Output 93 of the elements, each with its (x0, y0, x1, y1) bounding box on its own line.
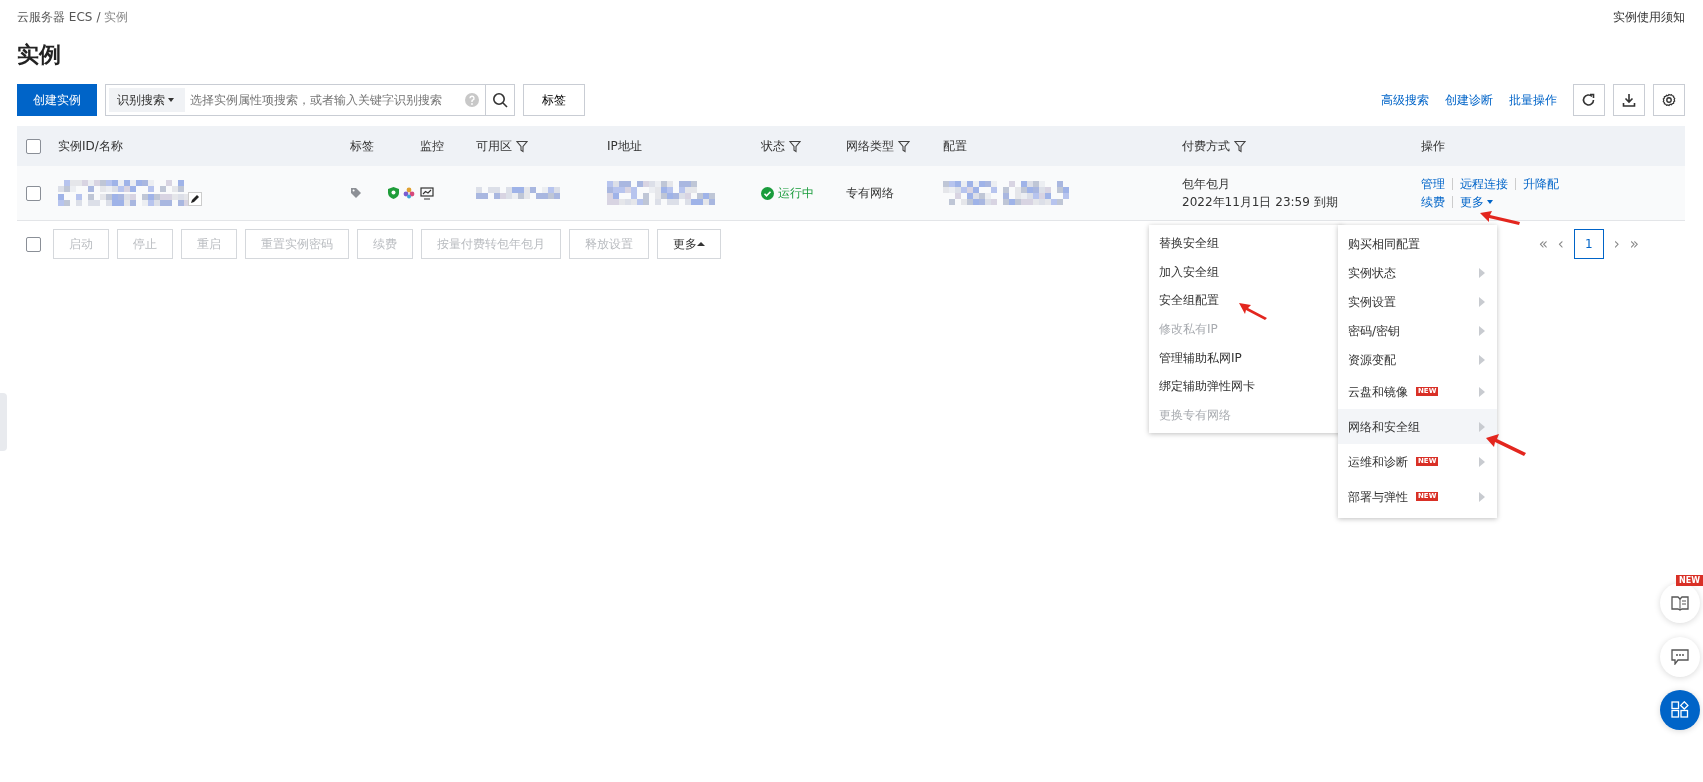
menu-item-label: 购买相同配置 (1348, 235, 1420, 253)
arrow-annotation (1486, 434, 1526, 456)
menu-item[interactable]: 网络和安全组 (1338, 409, 1497, 444)
apps-icon (1671, 701, 1689, 719)
monitor-icon[interactable] (420, 186, 434, 200)
bulk-action-button[interactable]: 更多 (657, 229, 721, 259)
settings-button[interactable] (1653, 84, 1685, 116)
tag-icon[interactable] (350, 187, 362, 199)
refresh-button[interactable] (1573, 84, 1605, 116)
filter-icon[interactable] (898, 139, 910, 153)
column-header: 状态 (761, 138, 785, 155)
breadcrumb-current[interactable]: 实例 (104, 8, 129, 26)
toolbar-link[interactable]: 高级搜索 (1381, 91, 1429, 109)
search-button[interactable] (485, 84, 515, 116)
menu-item[interactable]: 购买相同配置 (1338, 229, 1497, 258)
menu-item-label: 实例设置 (1348, 293, 1396, 311)
select-all-checkbox[interactable] (26, 236, 41, 252)
menu-item[interactable]: 实例状态 (1338, 258, 1497, 287)
filter-icon[interactable] (516, 139, 528, 153)
column-header: 网络类型 (846, 138, 894, 155)
last-page-button[interactable]: » (1629, 232, 1639, 256)
column-header: IP地址 (607, 138, 642, 155)
arrow-annotation (1239, 303, 1267, 320)
column-header: 监控 (420, 138, 444, 155)
edit-icon[interactable] (188, 192, 202, 206)
column-header: 标签 (350, 138, 374, 155)
menu-item-label: 云盘和镜像 (1348, 383, 1408, 401)
new-badge: NEW (1676, 575, 1703, 586)
chevron-icon (1479, 296, 1485, 307)
menu-item-label: 实例状态 (1348, 264, 1396, 282)
chevron-icon (1479, 354, 1485, 365)
chevron-icon (1479, 325, 1485, 336)
caret-icon (697, 240, 705, 248)
row-checkbox[interactable] (26, 185, 41, 201)
table-cell-text: 包年包月 (1182, 176, 1231, 193)
page-title: 实例 (17, 41, 62, 69)
chevron-icon (1479, 491, 1485, 502)
menu-item-label: 运维和诊断 (1348, 453, 1408, 471)
chevron-icon (1479, 267, 1485, 278)
create-instance-button[interactable]: 创建实例 (17, 84, 97, 116)
check-circle-icon (761, 186, 774, 200)
action-link[interactable]: 远程连接 (1460, 175, 1508, 193)
chevron-icon (1479, 421, 1485, 432)
chat-icon (1671, 649, 1689, 665)
column-header: 配置 (943, 138, 967, 155)
tag-button[interactable]: 标签 (523, 84, 585, 116)
floating-button[interactable] (1660, 690, 1700, 730)
column-header: 实例ID/名称 (58, 138, 123, 155)
search-scope-dropdown[interactable]: 识别搜索 (109, 88, 185, 112)
filter-icon[interactable] (789, 139, 801, 153)
menu-item[interactable]: 资源变配 (1338, 345, 1497, 374)
menu-item-label: 密码/密钥 (1348, 322, 1401, 340)
breadcrumb-link[interactable]: 云服务器 ECS (17, 8, 93, 26)
menu-item-label: 网络和安全组 (1348, 418, 1420, 436)
floating-button[interactable] (1660, 583, 1700, 623)
download-icon (1621, 92, 1637, 108)
refresh-icon (1581, 92, 1597, 108)
column-header: 付费方式 (1182, 138, 1230, 155)
menu-item[interactable]: 实例设置 (1338, 287, 1497, 316)
settings-icon (1661, 92, 1677, 108)
breadcrumb-separator: / (96, 9, 101, 26)
menu-item-label: 部署与弹性 (1348, 488, 1408, 506)
status-text: 运行中 (778, 185, 814, 202)
column-header: 操作 (1421, 138, 1445, 155)
first-page-button[interactable]: « (1538, 232, 1548, 256)
arrow-annotation (1480, 211, 1520, 225)
shield-icon[interactable] (388, 187, 399, 199)
toolbar-link[interactable]: 创建诊断 (1445, 91, 1493, 109)
select-all-checkbox[interactable] (26, 138, 41, 154)
chevron-icon (1479, 386, 1485, 397)
table-cell-text: 专有网络 (846, 185, 895, 202)
floating-button[interactable] (1660, 637, 1700, 677)
action-link[interactable]: 更多 (1460, 193, 1496, 211)
previous-page-button[interactable]: ‹ (1557, 232, 1564, 256)
toolbar-link[interactable]: 批量操作 (1509, 91, 1557, 109)
action-link[interactable]: 管理 (1421, 175, 1445, 193)
chevron-icon (1479, 456, 1485, 467)
search-icon (492, 92, 508, 108)
filter-icon[interactable] (1234, 139, 1246, 153)
flower-icon[interactable] (403, 187, 415, 199)
menu-item-label: 资源变配 (1348, 351, 1396, 369)
notice-link[interactable]: 实例使用须知 (1613, 8, 1685, 26)
action-link[interactable]: 续费 (1421, 193, 1445, 211)
menu-item[interactable]: 密码/密钥 (1338, 316, 1497, 345)
next-page-button[interactable]: › (1613, 232, 1620, 256)
action-link[interactable]: 升降配 (1523, 175, 1559, 193)
column-header: 可用区 (476, 138, 512, 155)
book-icon (1671, 595, 1689, 611)
table-cell-text: 2022年11月1日 23:59 到期 (1182, 194, 1339, 211)
download-button[interactable] (1613, 84, 1645, 116)
help-icon (465, 93, 479, 107)
search-field[interactable]: 识别搜索 选择实例属性项搜索，或者输入关键字识别搜索 (105, 84, 486, 116)
page-button[interactable]: 1 (1573, 229, 1604, 259)
